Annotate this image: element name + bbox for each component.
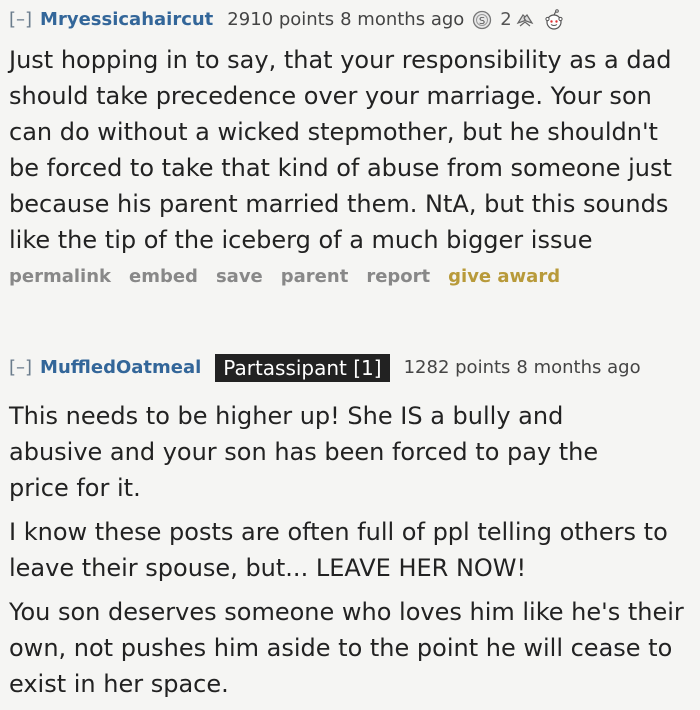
save-button[interactable]: save [216,266,263,287]
comment-author[interactable]: Mryessicahaircut [40,8,213,32]
give-award-button[interactable]: give award [448,266,560,287]
collapse-toggle[interactable]: [–] [9,8,32,32]
snoo-face-award-icon[interactable] [542,8,566,32]
comment-actions: permalink embed save parent report give … [9,266,694,287]
comment-2: [–] MuffledOatmeal Partassipant [1] 1282… [9,354,694,710]
svg-text:S: S [479,16,485,27]
embed-button[interactable]: embed [129,266,198,287]
comment-score: 1282 points [403,357,511,378]
comment-body: Just hopping in to say, that your respon… [9,42,694,258]
permalink-button[interactable]: permalink [9,266,111,287]
user-flair: Partassipant [1] [215,354,390,382]
parent-button[interactable]: parent [281,266,349,287]
comment-paragraph: You son deserves someone who loves him l… [9,598,684,698]
report-button[interactable]: report [366,266,430,287]
award-count: 2 [500,9,512,30]
comment-score: 2910 points [227,9,335,30]
comment-paragraph: Just hopping in to say, that your respon… [9,46,672,254]
comment-1: [–] Mryessicahaircut 2910 points 8 month… [9,8,694,287]
comment-paragraph: This needs to be higher up! She IS a bul… [9,402,599,502]
comment-tagline: [–] Mryessicahaircut 2910 points 8 month… [9,8,694,32]
comment-paragraph: I know these posts are often full of ppl… [9,518,668,582]
silver-award-icon[interactable]: S [472,10,492,30]
comment-body: This needs to be higher up! She IS a bul… [9,398,694,702]
comment-tagline: [–] MuffledOatmeal Partassipant [1] 1282… [9,354,694,382]
collapse-toggle[interactable]: [–] [9,356,32,380]
comment-author[interactable]: MuffledOatmeal [40,356,201,380]
helpful-hands-award-icon[interactable] [514,9,536,31]
comment-time: 8 months ago [516,357,641,378]
comment-time: 8 months ago [340,9,465,30]
